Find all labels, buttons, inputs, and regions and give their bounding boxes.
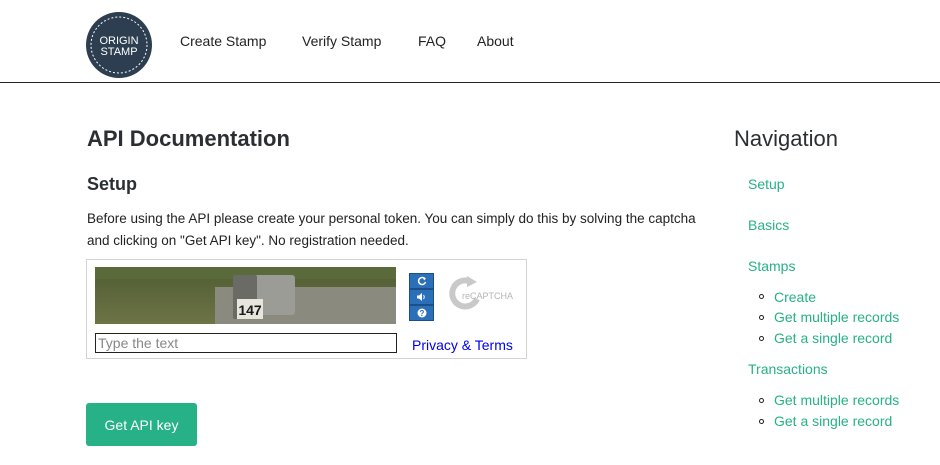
list-bullet [759, 315, 764, 320]
list-bullet [759, 398, 764, 403]
nav-faq[interactable]: FAQ [418, 33, 446, 49]
logo-text-bottom: STAMP [100, 46, 137, 58]
captcha-controls: ? [409, 273, 434, 321]
sidebar-item-transactions-single[interactable]: Get a single record [774, 413, 892, 429]
captcha-help-button[interactable]: ? [409, 305, 434, 321]
list-bullet [759, 294, 764, 299]
reload-icon [417, 276, 426, 286]
nav-create-stamp[interactable]: Create Stamp [180, 33, 266, 49]
sidebar-item-setup[interactable]: Setup [748, 176, 785, 192]
sidebar-item-basics[interactable]: Basics [748, 217, 789, 233]
nav-about[interactable]: About [477, 33, 514, 49]
sidebar-item-stamps-create[interactable]: Create [774, 289, 816, 305]
help-icon: ? [417, 308, 426, 318]
sidebar-item-transactions-multiple[interactable]: Get multiple records [774, 392, 899, 408]
privacy-terms-link[interactable]: Privacy & Terms [412, 337, 513, 353]
sidebar-title: Navigation [734, 126, 838, 151]
list-bullet [759, 419, 764, 424]
sidebar-item-stamps-single[interactable]: Get a single record [774, 330, 892, 346]
captcha-answer-input[interactable] [95, 333, 397, 353]
captcha-widget: 147 ? reCAPTCHA Privacy & Terms [86, 259, 527, 359]
get-api-key-button[interactable]: Get API key [86, 403, 197, 446]
svg-text:?: ? [419, 309, 424, 318]
sidebar-item-transactions[interactable]: Transactions [748, 361, 828, 377]
recaptcha-logo-text: reCAPTCHA [462, 291, 513, 301]
list-bullet [759, 336, 764, 341]
page-title: API Documentation [87, 126, 290, 151]
recaptcha-logo: reCAPTCHA [449, 276, 513, 310]
captcha-image-text: 147 [238, 302, 262, 318]
sidebar-item-stamps-multiple[interactable]: Get multiple records [774, 309, 899, 325]
site-header: ORIGIN STAMP Create Stamp Verify Stamp F… [0, 0, 940, 83]
nav-verify-stamp[interactable]: Verify Stamp [302, 33, 381, 49]
captcha-audio-button[interactable] [409, 289, 434, 305]
captcha-image: 147 [95, 267, 396, 324]
section-title-setup: Setup [87, 174, 138, 194]
intro-text: Before using the API please create your … [87, 211, 696, 248]
speaker-icon [417, 293, 425, 301]
origin-stamp-logo[interactable]: ORIGIN STAMP [85, 11, 153, 79]
captcha-reload-button[interactable] [409, 273, 434, 289]
sidebar-item-stamps[interactable]: Stamps [748, 258, 795, 274]
